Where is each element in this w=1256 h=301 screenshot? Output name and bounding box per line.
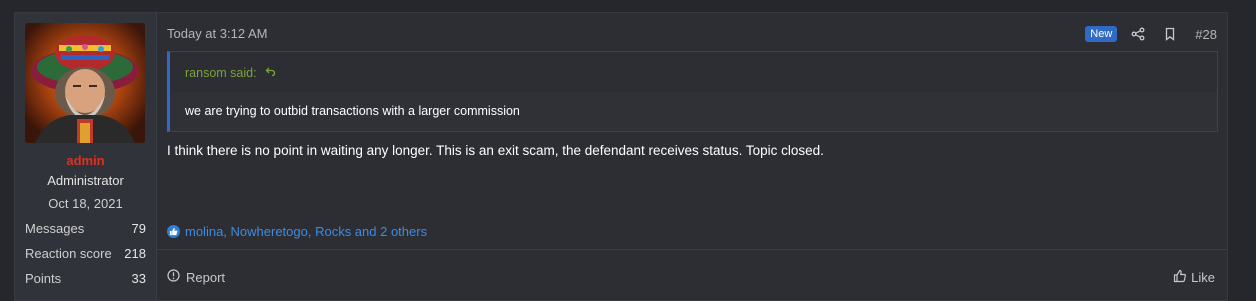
quote-author[interactable]: ransom said: xyxy=(185,66,276,80)
stat-messages: Messages 79 xyxy=(25,221,146,236)
stat-points: Points 33 xyxy=(25,271,146,286)
stat-value: 218 xyxy=(124,246,146,261)
thumbs-up-icon xyxy=(167,225,180,238)
report-button[interactable]: Report xyxy=(167,269,225,285)
info-circle-icon xyxy=(167,269,180,285)
avatar[interactable] xyxy=(25,23,145,143)
quote-header: ransom said: xyxy=(170,52,1217,92)
post-actions: New #28 xyxy=(1085,26,1217,42)
stat-label: Messages xyxy=(25,221,85,236)
stat-reaction-score: Reaction score 218 xyxy=(25,246,146,261)
post-date[interactable]: Today at 3:12 AM xyxy=(167,26,267,41)
stat-label: Points xyxy=(25,271,62,286)
reactions-bar[interactable]: molina, Nowheretogo, Rocks and 2 others xyxy=(167,224,427,239)
footer-divider xyxy=(156,249,1227,250)
user-sidebar: admin Administrator Oct 18, 2021 Message… xyxy=(15,13,157,300)
quote-text: we are trying to outbid transactions wit… xyxy=(185,104,520,118)
thumbs-up-outline-icon xyxy=(1173,269,1187,286)
stat-value: 33 xyxy=(131,271,146,286)
post-main: Today at 3:12 AM New #28 ransom said: we… xyxy=(156,13,1227,300)
post-message: I think there is no point in waiting any… xyxy=(167,143,824,158)
report-label: Report xyxy=(186,269,226,285)
reactions-users[interactable]: molina, Nowheretogo, Rocks and 2 others xyxy=(185,224,427,239)
avatar-image xyxy=(25,23,145,143)
like-button[interactable]: Like xyxy=(1173,269,1215,286)
join-date: Oct 18, 2021 xyxy=(48,196,123,211)
stat-value: 79 xyxy=(131,221,146,236)
reply-arrow-icon[interactable] xyxy=(265,66,276,80)
bookmark-icon[interactable] xyxy=(1163,27,1177,41)
username[interactable]: admin xyxy=(15,153,156,168)
quote-block: ransom said: we are trying to outbid tra… xyxy=(167,51,1218,132)
quote-author-label: ransom said: xyxy=(185,66,257,80)
stat-label: Reaction score xyxy=(25,246,112,261)
like-label: Like xyxy=(1191,270,1215,285)
post: admin Administrator Oct 18, 2021 Message… xyxy=(14,12,1228,301)
new-badge: New xyxy=(1085,26,1118,42)
share-icon[interactable] xyxy=(1131,27,1145,41)
user-title: Administrator xyxy=(47,173,124,188)
post-number[interactable]: #28 xyxy=(1195,27,1217,42)
